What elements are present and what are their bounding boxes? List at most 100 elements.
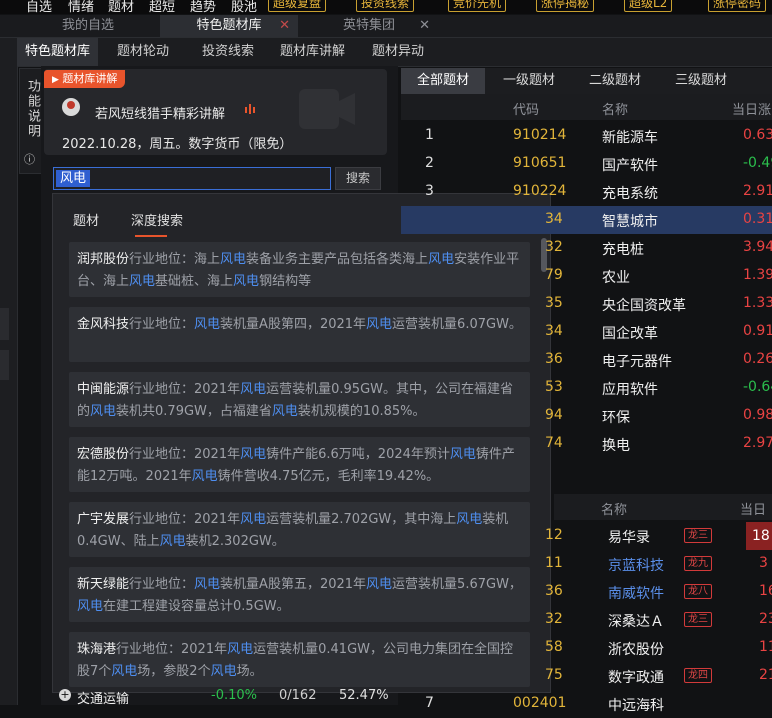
table-row[interactable]: 36 电子元器件 0.26: [401, 346, 772, 374]
super-review-button[interactable]: 超级复盘: [268, 0, 327, 12]
table-row[interactable]: 3 910224 充电系统 2.91: [401, 178, 772, 206]
tab-theme-rotation[interactable]: 题材轮动: [109, 38, 177, 66]
theme-name: 换电: [602, 438, 630, 454]
theme-list-row[interactable]: + 交通运输 -0.10% 0/162 52.47%: [41, 688, 398, 707]
stock-name[interactable]: 宏德股份: [77, 447, 129, 462]
keyword-highlight: 风电: [366, 577, 393, 592]
menu-item-ultrashort[interactable]: 超短: [149, 0, 175, 14]
table-row[interactable]: 74 换电 2.97: [401, 430, 772, 458]
table-row[interactable]: 53 应用软件 -0.64: [401, 374, 772, 402]
keyword-highlight: 风电: [194, 577, 221, 592]
theme-code: 79: [545, 267, 563, 283]
column-header-name[interactable]: 名称: [601, 499, 627, 518]
table-header-2: 名称 当日: [554, 494, 772, 520]
table-header: 代码 名称 当日涨: [401, 94, 772, 120]
table-row[interactable]: 58 浙农股份 11: [401, 634, 772, 662]
theme-code: 35: [545, 295, 563, 311]
menu-item-watchlist[interactable]: 自选: [26, 0, 52, 14]
menu-item-pool[interactable]: 股池: [231, 0, 257, 14]
rail-handle[interactable]: [0, 308, 9, 340]
expand-icon[interactable]: +: [59, 689, 71, 701]
column-header-name[interactable]: 名称: [602, 99, 628, 118]
keyword-highlight: 风电: [227, 642, 254, 657]
auction-button[interactable]: 竞价先机: [448, 0, 507, 12]
result-text-segment: 场。: [236, 664, 263, 679]
change-value: 0.26: [743, 351, 772, 367]
change-value: 0.63: [743, 127, 772, 143]
column-header-change[interactable]: 当日涨: [732, 99, 771, 118]
tab-all-themes[interactable]: 全部题材: [401, 68, 485, 94]
table-row[interactable]: 79 农业 1.39: [401, 262, 772, 290]
promo-tag: ▶ 题材库讲解: [44, 70, 126, 88]
table-row[interactable]: 2 910651 国产软件 -0.49: [401, 150, 772, 178]
theme-name: 国产软件: [602, 158, 658, 174]
tab-theme-movement[interactable]: 题材异动: [364, 38, 432, 66]
table-row[interactable]: 75 数字政通 龙四 21: [401, 662, 772, 690]
promo-date-line: 2022.10.28，周五。数字货币（限免）: [62, 137, 293, 152]
table-row[interactable]: 35 央企国资改革 1.33: [401, 290, 772, 318]
change-value: 1.39: [743, 267, 772, 283]
sub-tab-bar: 特色题材库 题材轮动 投资线索 题材库讲解 题材异动: [17, 38, 772, 67]
close-icon[interactable]: ✕: [419, 15, 430, 37]
window-tab-bar: 我的自选 特色题材库 ✕ 英特集团 ✕: [0, 15, 772, 38]
popup-tab-theme[interactable]: 题材: [73, 210, 99, 229]
keyword-highlight: 风电: [240, 382, 267, 397]
tab-my-watchlist[interactable]: 我的自选: [18, 15, 158, 37]
table-row[interactable]: 94 环保 0.98: [401, 402, 772, 430]
menu-item-theme[interactable]: 题材: [108, 0, 134, 14]
tab-label: 英特集团: [342, 18, 395, 33]
keyword-highlight: 风电: [366, 317, 393, 332]
limit-up-code-button[interactable]: 涨停密码: [708, 0, 767, 12]
column-header-code[interactable]: 代码: [513, 99, 539, 118]
theme-code: 910651: [513, 155, 567, 171]
search-button[interactable]: 搜索: [335, 167, 381, 190]
table-row[interactable]: 11 京蓝科技 龙九 3: [401, 550, 772, 578]
tab-yingte-group[interactable]: 英特集团 ✕: [300, 15, 438, 37]
function-description-button[interactable]: 功能说明 ⓘ: [19, 68, 43, 174]
search-input-value: 风电: [56, 170, 91, 187]
tab-investment-clues[interactable]: 投资线索: [194, 38, 262, 66]
stock-name[interactable]: 润邦股份: [77, 252, 129, 267]
table-row[interactable]: 34 国企改革 0.91: [401, 318, 772, 346]
super-l2-button[interactable]: 超级L2: [624, 0, 673, 12]
table-row[interactable]: 32 充电桩 3.94: [401, 234, 772, 262]
row-index: 1: [425, 127, 434, 143]
search-input[interactable]: 风电: [53, 167, 331, 190]
tab-level3-themes[interactable]: 三级题材: [659, 68, 743, 94]
close-icon[interactable]: ✕: [279, 15, 290, 37]
stock-code: 11: [545, 555, 563, 571]
table-row[interactable]: 12 易华录 龙三 18: [401, 522, 772, 550]
tab-theme-library-main[interactable]: 特色题材库: [17, 38, 99, 66]
stock-name[interactable]: 珠海港: [77, 642, 116, 657]
stock-name[interactable]: 中闽能源: [77, 382, 129, 397]
rail-handle[interactable]: [0, 350, 9, 380]
limit-up-reveal-button[interactable]: 涨停揭秘: [536, 0, 595, 12]
result-text-segment: 装机量A股第四，2021年: [220, 317, 367, 332]
change-value: 2.91: [743, 183, 772, 199]
table-row[interactable]: 32 深桑达Ａ 龙三 23: [401, 606, 772, 634]
stock-name[interactable]: 金风科技: [77, 317, 129, 332]
keyword-highlight: 风电: [194, 317, 221, 332]
table-row[interactable]: 002401 中远海科 7: [401, 690, 772, 718]
investment-clues-button[interactable]: 投资线索: [356, 0, 415, 12]
stock-name[interactable]: 新天绿能: [77, 577, 129, 592]
result-text-segment: 铸件营收4.75亿元，毛利率19.42%。: [217, 469, 440, 484]
menu-item-sentiment[interactable]: 情绪: [68, 0, 94, 14]
column-header-today[interactable]: 当日: [740, 499, 766, 518]
tab-label: 特色题材库: [196, 18, 262, 33]
menu-item-trend[interactable]: 趋势: [190, 0, 216, 14]
today-value: 3: [759, 555, 768, 571]
table-row[interactable]: 34 智慧城市 0.31: [401, 206, 772, 234]
avatar: [62, 98, 80, 116]
theme-name: 农业: [602, 270, 630, 286]
stock-name[interactable]: 广宇发展: [77, 512, 129, 527]
table-row[interactable]: 36 南威软件 龙八 16: [401, 578, 772, 606]
table-row[interactable]: 1 910214 新能源车 0.63: [401, 122, 772, 150]
tab-level1-themes[interactable]: 一级题材: [487, 68, 571, 94]
tab-theme-library[interactable]: 特色题材库 ✕: [160, 15, 298, 37]
popup-tab-deep-search[interactable]: 深度搜索: [131, 210, 183, 229]
promo-tag-label: 题材库讲解: [62, 72, 118, 85]
tab-library-explain[interactable]: 题材库讲解: [272, 38, 353, 66]
tab-level2-themes[interactable]: 二级题材: [573, 68, 657, 94]
theme-code: 94: [545, 407, 563, 423]
